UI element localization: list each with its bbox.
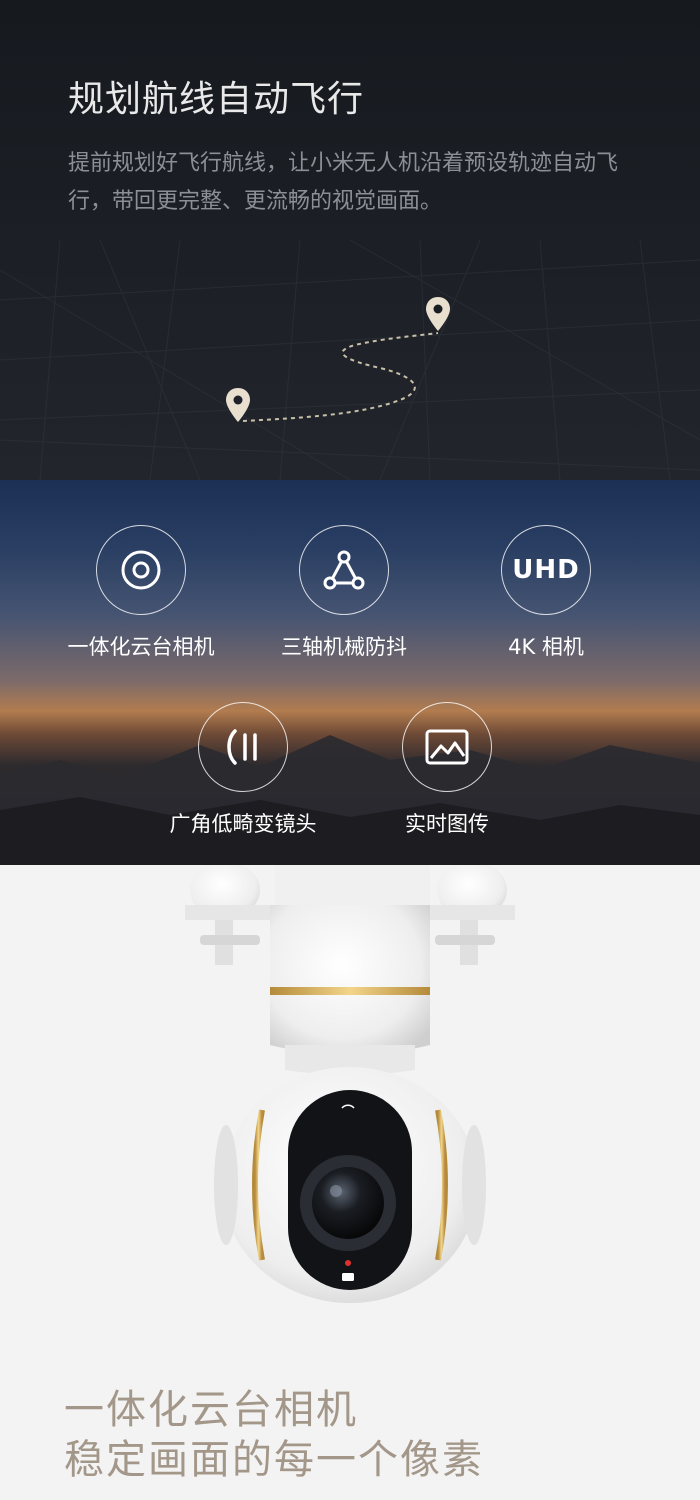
feature-live-transmission: 实时图传 <box>362 702 532 838</box>
start-pin-icon <box>226 388 250 422</box>
feature-label: 广角低畸变镜头 <box>169 812 317 836</box>
triangle-nodes-icon <box>323 550 365 590</box>
uhd-icon: UHD <box>512 555 580 585</box>
feature-wide-angle: 广角低畸变镜头 <box>158 702 328 838</box>
wide-angle-icon <box>227 729 257 765</box>
feature-label: 一体化云台相机 <box>67 635 215 659</box>
features-section: 一体化云台相机 三轴机械防抖 UHD 4K 相机 广角低畸变镜头 实时图传 <box>0 480 700 865</box>
dashed-route-path <box>242 332 439 422</box>
feature-label: 4K 相机 <box>508 635 584 659</box>
gimbal-camera-image <box>185 865 515 1303</box>
camera-slogan: 一体化云台相机 稳定画面的每一个像素 <box>64 1385 484 1485</box>
route-planning-section: 规划航线自动飞行 提前规划好飞行航线，让小米无人机沿着预设轨迹自动飞行，带回更完… <box>0 0 700 480</box>
feature-circle <box>299 525 389 615</box>
feature-circle: UHD <box>501 525 591 615</box>
slogan-line-1: 一体化云台相机 <box>64 1387 358 1433</box>
feature-circle <box>198 702 288 792</box>
mountain-silhouette <box>0 735 700 865</box>
feature-label: 实时图传 <box>405 812 489 836</box>
feature-circle <box>96 525 186 615</box>
feature-stabilization: 三轴机械防抖 <box>259 525 429 661</box>
feature-4k: UHD 4K 相机 <box>461 525 631 661</box>
image-icon <box>425 729 469 765</box>
feature-label: 三轴机械防抖 <box>281 635 407 659</box>
flight-route <box>226 297 450 422</box>
feature-gimbal: 一体化云台相机 <box>56 525 226 661</box>
camera-section: 一体化云台相机 稳定画面的每一个像素 <box>0 865 700 1500</box>
slogan-line-2: 稳定画面的每一个像素 <box>64 1437 484 1483</box>
gimbal-icon <box>121 550 161 590</box>
feature-circle <box>402 702 492 792</box>
end-pin-icon <box>426 297 450 331</box>
